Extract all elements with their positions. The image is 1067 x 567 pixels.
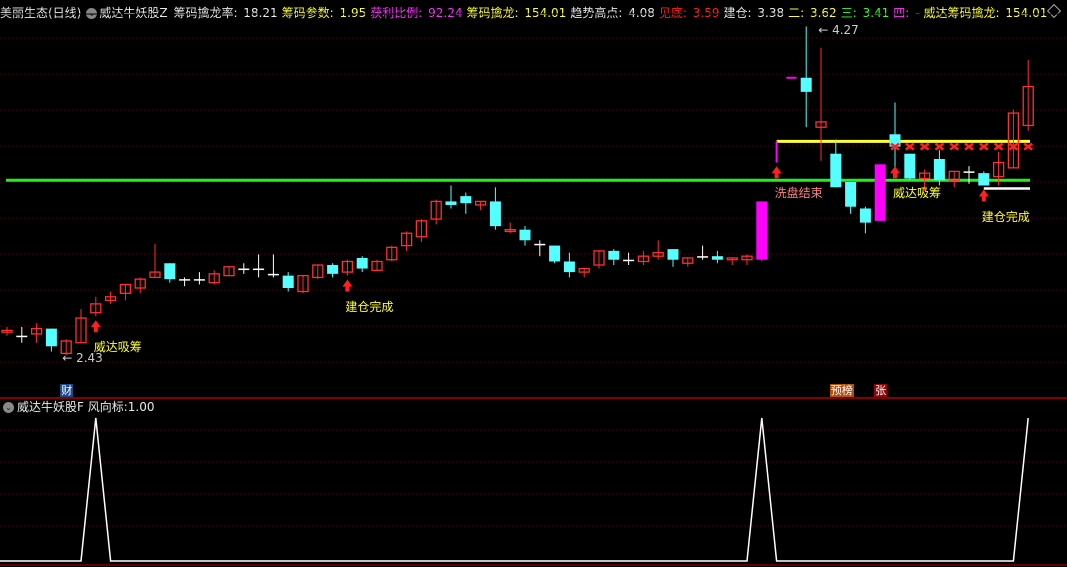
candle-body <box>756 201 768 260</box>
candle-body <box>460 196 472 204</box>
sub-indicator-value: 1.00 <box>127 400 155 414</box>
candle-body <box>519 229 531 241</box>
price-chart[interactable] <box>0 0 1067 567</box>
up-arrow-icon <box>978 189 989 202</box>
event-tag[interactable]: 预榜 <box>829 384 854 397</box>
candle-body <box>800 77 812 92</box>
candle-body <box>238 268 250 271</box>
candle-body <box>667 249 679 260</box>
cross-marker-icon <box>1023 142 1033 151</box>
candle-body <box>45 328 57 347</box>
low-price-label: ← 2.43 <box>62 351 103 365</box>
candle-body <box>282 275 294 288</box>
cross-marker-icon <box>979 142 989 151</box>
wind-vane-line <box>0 417 1029 562</box>
up-arrow-icon <box>771 166 782 179</box>
event-tag[interactable]: 财 <box>60 384 74 397</box>
candle-body <box>179 279 191 281</box>
candle-body <box>904 153 916 179</box>
candle-body <box>193 279 205 281</box>
candle-body <box>978 173 990 186</box>
signal-label: 洗盘结束 <box>774 186 823 201</box>
candle-body <box>356 257 368 269</box>
candle-body <box>445 201 457 205</box>
candle-body <box>933 159 945 181</box>
sub-indicator-name[interactable]: 威达牛妖股F <box>17 400 84 414</box>
signal-label: 建仓完成 <box>981 209 1030 224</box>
sub-panel-header: ⌄ 威达牛妖股F 风向标:1.00 <box>0 398 1067 416</box>
candle-body <box>267 273 279 276</box>
candle-body <box>711 256 723 260</box>
candle-body <box>549 245 561 262</box>
candle-body <box>534 243 546 246</box>
indicator-dropdown-icon[interactable]: ⌄ <box>3 402 14 413</box>
candle-body <box>845 181 857 207</box>
candle-body <box>697 256 709 258</box>
candle-body <box>164 263 176 280</box>
up-arrow-icon <box>90 320 101 333</box>
signal-label: 威达吸筹 <box>893 186 942 201</box>
up-arrow-icon <box>890 166 900 179</box>
candle-body <box>963 171 975 173</box>
cross-marker-icon <box>949 142 959 151</box>
high-price-label: ← 4.27 <box>818 23 859 37</box>
candle-body <box>830 153 842 188</box>
cross-marker-icon <box>993 142 1004 151</box>
up-arrow-icon <box>342 279 353 292</box>
event-tag[interactable]: 张 <box>874 384 888 397</box>
signal-label: 建仓完成 <box>345 299 394 314</box>
sub-indicator-label: 风向标: <box>87 400 128 414</box>
candle-body <box>623 259 635 262</box>
cross-marker-icon <box>964 142 974 151</box>
cross-marker-icon <box>905 142 915 151</box>
candle-body <box>489 201 501 227</box>
candle-body <box>327 265 339 274</box>
candle-body <box>859 208 871 223</box>
candle-body <box>608 250 620 260</box>
candle-body <box>16 335 28 338</box>
candle-body <box>563 261 575 273</box>
candle-body <box>874 164 886 221</box>
candle-body <box>253 268 265 271</box>
cross-marker-icon <box>919 142 930 151</box>
cross-marker-icon <box>934 142 945 151</box>
